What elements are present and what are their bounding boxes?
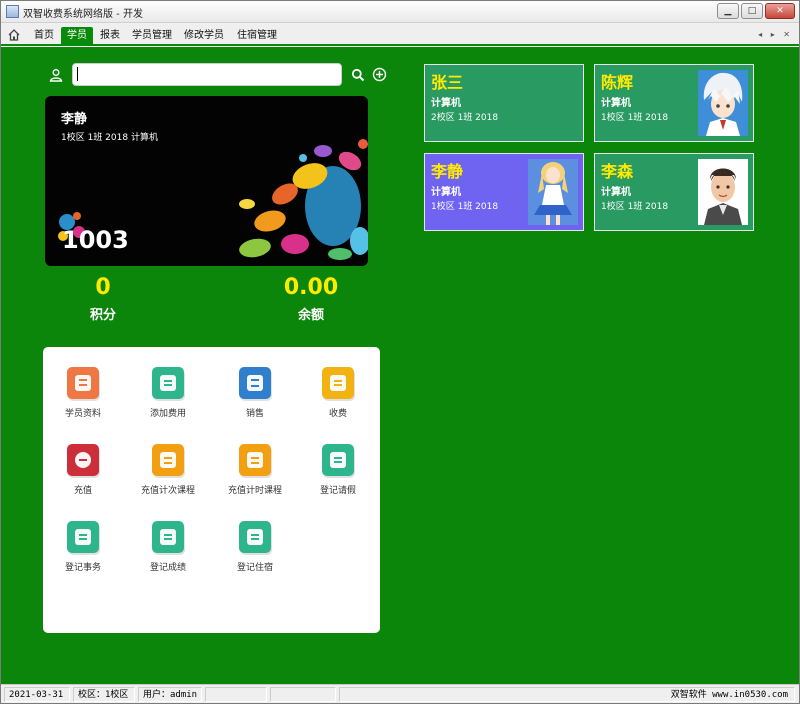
card-student-number: 1003 <box>62 226 129 254</box>
app-window: 双智收费系统网络版 - 开发 ▁ □ ✕ 首页 学员 报表 学员管理 修改学员 … <box>0 0 800 704</box>
tab-home[interactable]: 首页 <box>28 27 60 46</box>
charge-icon <box>322 367 354 399</box>
status-date: 2021-03-31 <box>4 687 70 702</box>
func-register-affair[interactable]: 登记事务 <box>43 521 123 573</box>
func-charge[interactable]: 收费 <box>298 367 378 419</box>
home-icon[interactable] <box>7 28 21 42</box>
status-campus: 校区：1校区 <box>73 687 135 702</box>
count-course-icon <box>152 444 184 476</box>
maximize-button[interactable]: □ <box>741 3 763 19</box>
status-empty-2 <box>270 687 336 702</box>
search-input[interactable] <box>72 63 342 86</box>
tab-dorm-management[interactable]: 住宿管理 <box>232 27 282 46</box>
func-register-dorm[interactable]: 登记住宿 <box>215 521 295 573</box>
leave-icon <box>322 444 354 476</box>
function-panel: 学员资料 添加费用 销售 收费 充值 充值计次课程 充值计时课程 登记请假 登记… <box>43 347 380 633</box>
window-title: 双智收费系统网络版 - 开发 <box>23 9 143 20</box>
status-bar: 2021-03-31 校区：1校区 用户：admin 双智软件 www.in05… <box>1 684 799 703</box>
func-student-profile[interactable]: 学员资料 <box>43 367 123 419</box>
title-bar: 双智收费系统网络版 - 开发 ▁ □ ✕ <box>1 1 799 23</box>
student-card: 李静 1校区 1班 2018 计算机 1003 <box>45 96 368 266</box>
app-icon <box>6 5 19 18</box>
tab-reports[interactable]: 报表 <box>95 27 125 46</box>
close-button[interactable]: ✕ <box>765 3 795 19</box>
tab-student-management[interactable]: 学员管理 <box>128 27 176 46</box>
status-user: 用户：admin <box>138 687 202 702</box>
balance-stat: 0.00 余额 <box>281 275 341 323</box>
func-recharge[interactable]: 充值 <box>43 444 123 496</box>
add-icon[interactable] <box>372 67 387 82</box>
tab-bar: 首页 学员 报表 学员管理 修改学员 住宿管理 ◂ ▸ ✕ <box>1 24 799 46</box>
points-value: 0 <box>95 275 111 300</box>
func-add-fee[interactable]: 添加费用 <box>128 367 208 419</box>
student-tile[interactable]: 李森 计算机 1校区 1班 2018 <box>594 153 754 231</box>
status-vendor: 双智软件 www.in0530.com <box>339 687 795 702</box>
points-label: 积分 <box>89 308 116 323</box>
blue-dress-anime-avatar <box>528 159 578 225</box>
card-decoration-art <box>239 139 368 260</box>
dorm-icon <box>239 521 271 553</box>
tab-scroll-arrows[interactable]: ◂ ▸ ✕ <box>758 30 793 39</box>
minimize-button[interactable]: ▁ <box>717 3 739 19</box>
time-course-icon <box>239 444 271 476</box>
silver-hair-anime-avatar <box>698 70 748 136</box>
func-register-leave[interactable]: 登记请假 <box>298 444 378 496</box>
score-icon <box>152 521 184 553</box>
cartoon-man-avatar <box>698 159 748 225</box>
window-controls: ▁ □ ✕ <box>717 3 795 19</box>
card-student-info: 1校区 1班 2018 计算机 <box>61 133 158 143</box>
user-icon <box>49 69 63 82</box>
balance-value: 0.00 <box>283 275 339 300</box>
main-panel: 李静 1校区 1班 2018 计算机 1003 0 积分 0.00 余额 学员资… <box>1 47 799 684</box>
profile-icon <box>67 367 99 399</box>
search-icon[interactable] <box>351 68 365 82</box>
recharge-icon <box>67 444 99 476</box>
func-sales[interactable]: 销售 <box>215 367 295 419</box>
points-stat: 0 积分 <box>73 275 133 323</box>
sales-icon <box>239 367 271 399</box>
status-empty-1 <box>205 687 267 702</box>
func-recharge-time-course[interactable]: 充值计时课程 <box>215 444 295 496</box>
student-tile[interactable]: 陈辉 计算机 1校区 1班 2018 <box>594 64 754 142</box>
add-fee-icon <box>152 367 184 399</box>
student-tile-selected[interactable]: 李静 计算机 1校区 1班 2018 <box>424 153 584 231</box>
func-recharge-count-course[interactable]: 充值计次课程 <box>128 444 208 496</box>
student-tile[interactable]: 张三 计算机 2校区 1班 2018 <box>424 64 584 142</box>
text-cursor <box>77 67 78 81</box>
func-register-score[interactable]: 登记成绩 <box>128 521 208 573</box>
balance-label: 余额 <box>297 308 324 323</box>
affair-icon <box>67 521 99 553</box>
card-student-name: 李静 <box>61 112 88 127</box>
tab-students[interactable]: 学员 <box>61 27 93 46</box>
tab-edit-student[interactable]: 修改学员 <box>179 27 229 46</box>
